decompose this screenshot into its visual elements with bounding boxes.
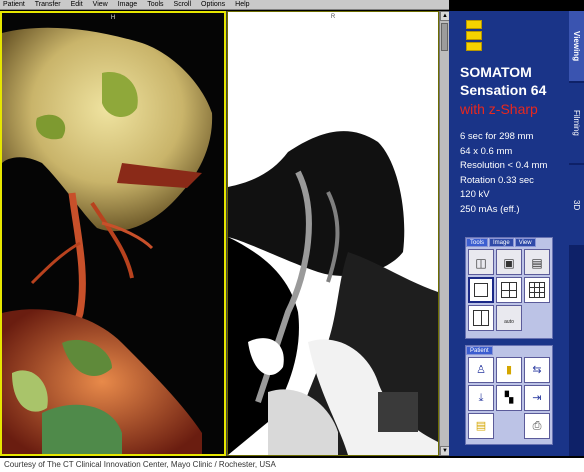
auto-layout-button[interactable]: auto — [496, 305, 522, 331]
spec-collimation: 64 x 0.6 mm — [460, 145, 513, 157]
layout-3x3-button[interactable] — [524, 277, 550, 303]
spec-scan-time: 6 sec for 298 mm — [460, 131, 534, 142]
archive-icon: ▤ — [475, 420, 487, 432]
empty-slot — [496, 413, 522, 439]
transfer-icon: ⇆ — [532, 364, 542, 376]
patient-browser-button[interactable]: ♙ — [468, 357, 494, 383]
spec-rotation: Rotation 0.33 sec — [460, 174, 534, 186]
menu-patient[interactable]: Patient — [3, 0, 25, 10]
export-icon: ⤓ — [478, 392, 484, 404]
layout-2x2-button[interactable] — [496, 277, 522, 303]
layout-1x2-button[interactable] — [468, 305, 494, 331]
auto-layout-label: auto — [504, 319, 514, 325]
menu-image[interactable]: Image — [118, 0, 137, 10]
spec-current: 250 mAs (eff.) — [460, 203, 520, 215]
layout-1x1-icon — [474, 283, 488, 297]
volume-rendering-viewport[interactable]: H — [0, 11, 226, 456]
menu-scroll[interactable]: Scroll — [174, 0, 192, 10]
siemens-logo-icon — [466, 20, 488, 56]
layout-1x1-button[interactable] — [468, 277, 494, 303]
menu-edit[interactable]: Edit — [71, 0, 83, 10]
tab-image[interactable]: Image — [489, 238, 514, 247]
printer-icon: ⎙ — [532, 420, 542, 432]
spec-voltage: 120 kV — [460, 189, 490, 200]
ct-slice-image — [228, 12, 438, 455]
spec-resolution: Resolution < 0.4 mm — [460, 160, 548, 171]
menu-view[interactable]: View — [93, 0, 108, 10]
menu-transfer[interactable]: Transfer — [35, 0, 61, 10]
folder-icon: ▮ — [505, 364, 513, 376]
layout-2x2-icon — [501, 282, 517, 298]
compare-icon: ◫ — [475, 256, 487, 270]
transfer-button[interactable]: ⇆ — [524, 357, 550, 383]
volume-rendering-image — [2, 13, 224, 454]
scan-specs: 6 sec for 298 mm 64 x 0.6 mm Resolution … — [460, 130, 547, 217]
network-icon: ⇥ — [532, 392, 542, 404]
archive-button[interactable]: ▤ — [468, 413, 494, 439]
scroll-thumb[interactable] — [441, 23, 448, 51]
stack-icon: ▤ — [531, 256, 543, 270]
patient-palette: Patient ♙ ▮ ⇆ ⤓ ▚ ⇥ ▤ ⎙ — [465, 345, 553, 445]
product-feature: with z-Sharp — [460, 101, 538, 117]
tools-palette: Tools Image View ◫ ▣ ▤ auto — [465, 237, 553, 339]
grid-view-button[interactable]: ▚ — [496, 385, 522, 411]
product-model: Sensation 64 — [460, 82, 547, 98]
tab-viewing[interactable]: Viewing — [569, 11, 584, 81]
tab-filming[interactable]: Filming — [569, 83, 584, 163]
grid-icon: ▚ — [504, 392, 514, 404]
tab-view[interactable]: View — [514, 238, 536, 247]
tab-patient[interactable]: Patient — [466, 346, 493, 355]
viewport-marker: R — [330, 14, 336, 20]
export-button[interactable]: ⤓ — [468, 385, 494, 411]
viewport-marker: H — [110, 15, 116, 21]
product-name: SOMATOM — [460, 64, 532, 80]
menu-tools[interactable]: Tools — [147, 0, 163, 10]
tab-3d[interactable]: 3D — [569, 165, 584, 245]
print-button[interactable]: ⎙ — [524, 413, 550, 439]
credit-footer: Courtesy of The CT Clinical Innovation C… — [0, 458, 584, 472]
layout-3x3-icon — [529, 282, 545, 298]
layout-1x2-icon — [473, 310, 489, 326]
patient-icon: ♙ — [476, 364, 486, 376]
stack-view-button[interactable]: ▤ — [524, 249, 550, 275]
image-icon: ▣ — [503, 256, 515, 270]
side-tab-strip: Viewing Filming 3D — [569, 11, 584, 456]
tab-tools[interactable]: Tools — [466, 238, 489, 247]
menu-options[interactable]: Options — [201, 0, 225, 10]
menu-bar: Patient Transfer Edit View Image Tools S… — [0, 0, 449, 10]
ct-slice-viewport[interactable]: R — [227, 11, 439, 456]
compare-layout-button[interactable]: ◫ — [468, 249, 494, 275]
network-button[interactable]: ⇥ — [524, 385, 550, 411]
single-image-button[interactable]: ▣ — [496, 249, 522, 275]
load-series-button[interactable]: ▮ — [496, 357, 522, 383]
menu-help[interactable]: Help — [235, 0, 249, 10]
viewport-scrollbar[interactable]: ▲ ▼ — [439, 11, 450, 456]
